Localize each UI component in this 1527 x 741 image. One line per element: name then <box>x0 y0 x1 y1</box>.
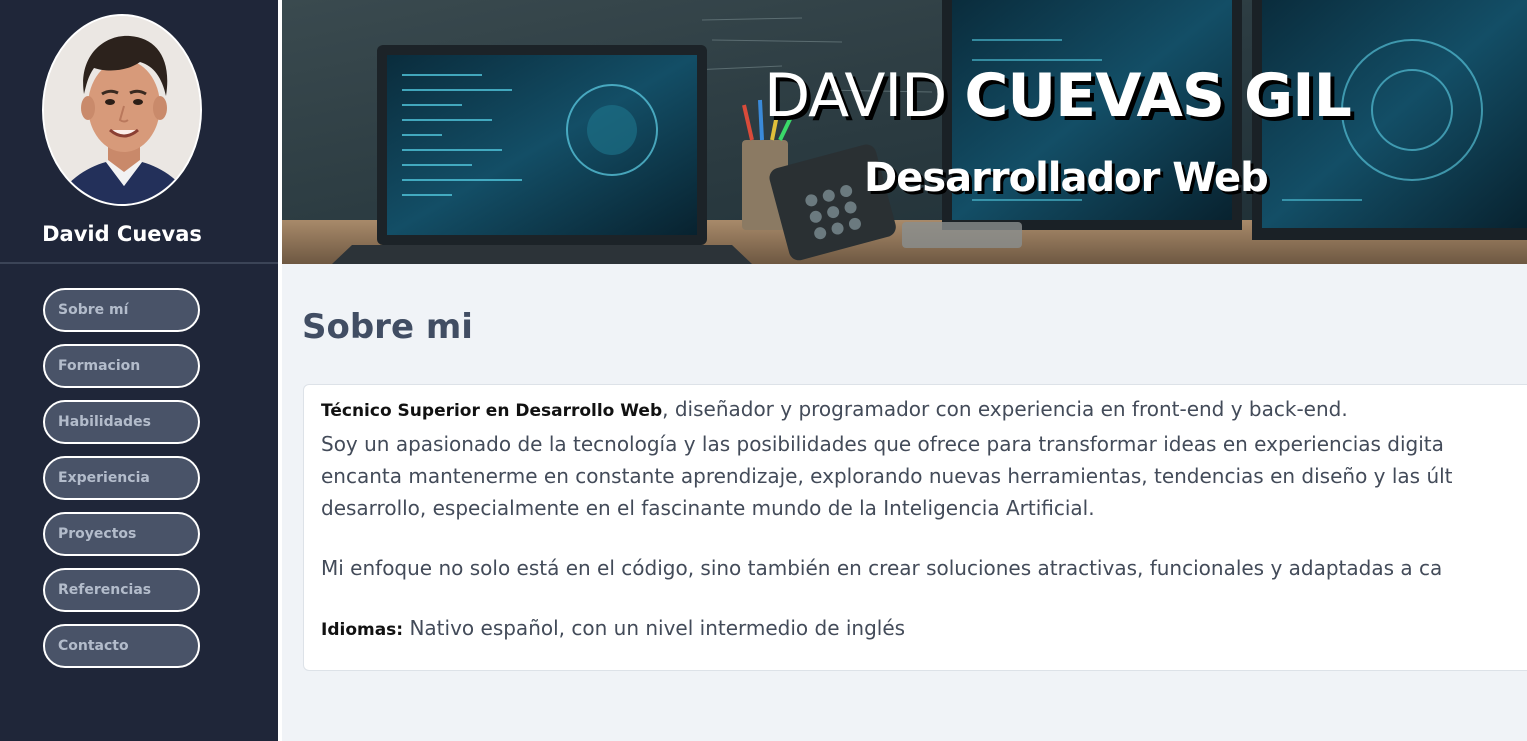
section-title: Sobre mi <box>302 307 473 347</box>
about-role-rest: , diseñador y programador con experienci… <box>662 397 1348 421</box>
about-paragraph1-line2: encanta mantenerme en constante aprendiz… <box>321 464 1453 488</box>
header-title-first: DAVID <box>764 61 947 131</box>
header-subtitle: Desarrollador Web <box>864 155 1269 201</box>
nav-item-proyectos[interactable]: Proyectos <box>43 512 200 556</box>
header-title-last: CUEVAS GIL <box>964 61 1351 131</box>
about-card: Técnico Superior en Desarrollo Web, dise… <box>303 384 1527 671</box>
about-languages-label: Idiomas: <box>321 620 404 640</box>
about-paragraph1-line3: desarrollo, especialmente en el fascinan… <box>321 496 1095 520</box>
profile-name: David Cuevas <box>42 222 202 246</box>
about-paragraph1-line1: Soy un apasionado de la tecnología y las… <box>321 432 1444 456</box>
nav-item-contacto[interactable]: Contacto <box>43 624 200 668</box>
about-role-bold: Técnico Superior en Desarrollo Web <box>321 401 663 421</box>
nav-item-formacion[interactable]: Formacion <box>43 344 200 388</box>
about-languages-line: Idiomas: Nativo español, con un nivel in… <box>321 612 905 646</box>
about-paragraph2: Mi enfoque no solo está en el código, si… <box>321 556 1443 580</box>
nav-item-habilidades[interactable]: Habilidades <box>43 400 200 444</box>
sidebar-divider <box>0 262 278 264</box>
nav-item-referencias[interactable]: Referencias <box>43 568 200 612</box>
sidebar-nav: Sobre mí Formacion Habilidades Experienc… <box>43 288 200 680</box>
profile-photo <box>42 14 202 206</box>
sidebar: David Cuevas Sobre mí Formacion Habilida… <box>0 0 278 741</box>
about-role-line: Técnico Superior en Desarrollo Web, dise… <box>321 393 1348 427</box>
header-title: DAVID CUEVAS GIL <box>764 56 1352 136</box>
nav-item-experiencia[interactable]: Experiencia <box>43 456 200 500</box>
header-banner: DAVID CUEVAS GIL Desarrollador Web <box>282 0 1527 264</box>
about-languages-value: Nativo español, con un nivel intermedio … <box>403 616 906 640</box>
nav-item-sobre-mi[interactable]: Sobre mí <box>43 288 200 332</box>
profile-photo-image <box>44 16 200 204</box>
